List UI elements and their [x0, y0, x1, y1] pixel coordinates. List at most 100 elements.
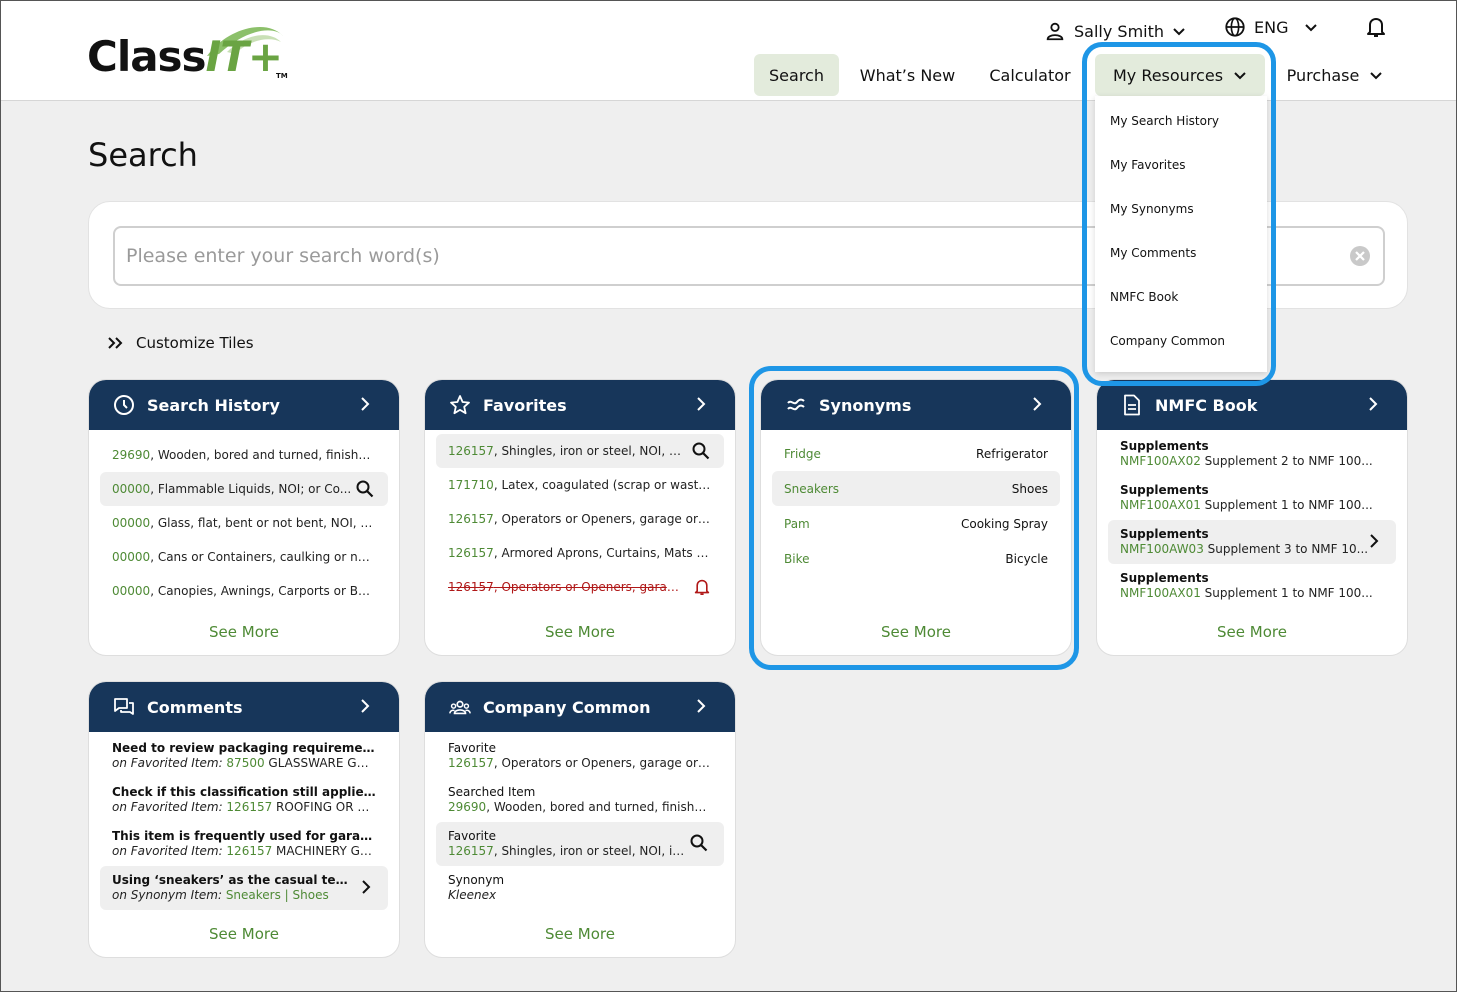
synonym-row[interactable]: Pam Cooking Spray [772, 506, 1060, 541]
clear-search-icon[interactable] [1349, 245, 1371, 267]
user-menu[interactable]: Sally Smith [1044, 20, 1186, 42]
item-code: 126157 [448, 512, 494, 526]
synonym-value: Shoes [1011, 481, 1048, 496]
list-item[interactable]: 126157, Shingles, iron or steel, NOI, in… [436, 434, 724, 468]
see-more-link[interactable]: See More [425, 623, 735, 641]
item-code: Sneakers | Shoes [225, 888, 329, 902]
nav-search[interactable]: Search [754, 54, 839, 96]
comment-item[interactable]: Need to review packaging requirements f.… [100, 734, 388, 778]
alert-bell-icon[interactable] [694, 578, 710, 596]
dropdown-item-my-favorites[interactable]: My Favorites [1095, 143, 1267, 187]
comments-icon [114, 698, 134, 715]
item-label: Supplements [1120, 527, 1209, 541]
see-more-link[interactable]: See More [425, 925, 735, 943]
user-name: Sally Smith [1074, 21, 1165, 41]
nmfc-item[interactable]: Supplements NMF100AX01 Supplement 1 to NM… [1108, 476, 1396, 520]
item-desc: Kleenex [448, 888, 497, 902]
company-common-item[interactable]: Favorite 126157, Shingles, iron or steel,… [436, 822, 724, 866]
synonym-value: Bicycle [1005, 551, 1048, 566]
tile-header-search-history[interactable]: Search History [89, 380, 399, 430]
chevron-right-icon [697, 397, 706, 411]
nmfc-item[interactable]: Supplements NMF100AX02 Supplement 2 to NM… [1108, 432, 1396, 476]
search-icon[interactable] [690, 834, 708, 852]
list-item[interactable]: 171710, Latex, coagulated (scrap or wast… [436, 468, 724, 502]
chevron-right-icon [1369, 397, 1378, 411]
see-more-link[interactable]: See More [1097, 623, 1407, 641]
nav-purchase-label: Purchase [1286, 65, 1360, 85]
chevron-right-icon[interactable] [1368, 532, 1380, 550]
synonym-row[interactable]: Sneakers Shoes [772, 471, 1060, 506]
logo-text: ClassIT+ [87, 36, 283, 78]
classit-logo[interactable]: ClassIT+ TM [87, 22, 297, 84]
tile-favorites: Favorites 126157, Shingles, iron or stee… [424, 379, 736, 656]
item-code: 00000 [112, 550, 151, 564]
company-common-item[interactable]: Synonym Kleenex [436, 866, 724, 910]
search-icon[interactable] [356, 480, 374, 498]
synonym-term: Sneakers [784, 481, 840, 496]
tile-title: Favorites [483, 395, 567, 415]
dropdown-item-company-common[interactable]: Company Common [1095, 319, 1267, 363]
synonym-row[interactable]: Bike Bicycle [772, 541, 1060, 576]
item-code: 00000 [112, 482, 151, 496]
nav-calculator-label: Calculator [989, 65, 1071, 85]
logo-main-text: Class [87, 32, 207, 81]
item-desc: , Flammable Liquids, NOI; or Co... [150, 482, 352, 496]
list-item[interactable]: 00000, Glass, flat, bent or not bent, NO… [100, 506, 388, 540]
item-code: NMF100AX01 [1120, 586, 1201, 600]
see-more-link[interactable]: See More [89, 925, 399, 943]
see-more-link[interactable]: See More [89, 623, 399, 641]
item-code: 126157 [448, 756, 494, 770]
comment-item[interactable]: Check if this classification still appli… [100, 778, 388, 822]
customize-tiles-label: Customize Tiles [136, 334, 254, 352]
list-item[interactable]: 00000, Flammable Liquids, NOI; or Co... [100, 472, 388, 506]
nav-whats-new[interactable]: What’s New [850, 54, 965, 96]
dropdown-item-my-comments[interactable]: My Comments [1095, 231, 1267, 275]
see-more-link[interactable]: See More [761, 623, 1071, 641]
dropdown-item-nmfc-book[interactable]: NMFC Book [1095, 275, 1267, 319]
tile-header-favorites[interactable]: Favorites [425, 380, 735, 430]
list-item[interactable]: 126157, Operators or Openers, garage or … [436, 502, 724, 536]
synonym-row[interactable]: Fridge Refrigerator [772, 436, 1060, 471]
nmfc-item[interactable]: Supplements NMF100AW03 Supplement 3 to NM… [1108, 520, 1396, 564]
synonym-term: Pam [784, 516, 810, 531]
nav-purchase[interactable]: Purchase [1280, 54, 1390, 96]
item-desc: , Latex, coagulated (scrap or waste lat.… [493, 478, 712, 492]
double-chevron-right-icon [108, 337, 123, 349]
tile-search-history: Search History 29690, Wooden, bored and … [88, 379, 400, 656]
globe-icon [1225, 17, 1245, 37]
item-code: 126157 [448, 844, 494, 858]
comment-item[interactable]: Using ‘sneakers’ as the casual term fo..… [100, 866, 388, 910]
item-code: NMF100AX01 [1120, 498, 1201, 512]
item-desc: , Cans or Containers, caulking or not... [150, 550, 376, 564]
language-selector[interactable]: ENG [1224, 16, 1318, 38]
item-desc: Supplement 2 to NMF 100... [1200, 454, 1373, 468]
list-item[interactable]: 29690, Wooden, bored and turned, finishe… [100, 438, 388, 472]
list-item[interactable]: 00000, Canopies, Awnings, Carports or Bo… [100, 574, 388, 608]
item-code: 126157 [448, 580, 494, 594]
notifications-button[interactable] [1366, 16, 1386, 38]
tile-header-comments[interactable]: Comments [89, 682, 399, 732]
tile-header-nmfc-book[interactable]: NMFC Book [1097, 380, 1407, 430]
comment-item[interactable]: This item is frequently used for garage … [100, 822, 388, 866]
list-item[interactable]: 126157, Armored Aprons, Curtains, Mats o… [436, 536, 724, 570]
nav-my-resources-label: My Resources [1112, 65, 1224, 85]
list-item[interactable]: 00000, Cans or Containers, caulking or n… [100, 540, 388, 574]
list-item[interactable]: 126157, Operators or Openers, garage or.… [436, 570, 724, 604]
tile-header-synonyms[interactable]: Synonyms [761, 380, 1071, 430]
tile-title: NMFC Book [1155, 395, 1258, 415]
chevron-right-icon[interactable] [360, 878, 372, 896]
company-common-item[interactable]: Favorite 126157, Operators or Openers, ga… [436, 734, 724, 778]
tile-header-company-common[interactable]: Company Common [425, 682, 735, 732]
dropdown-item-my-synonyms[interactable]: My Synonyms [1095, 187, 1267, 231]
dropdown-item-my-search-history[interactable]: My Search History [1095, 99, 1267, 143]
user-icon [1046, 22, 1064, 41]
star-icon [450, 395, 470, 415]
company-common-item[interactable]: Searched Item 29690, Wooden, bored and tu… [436, 778, 724, 822]
nav-my-resources[interactable]: My Resources [1095, 54, 1265, 96]
nav-calculator[interactable]: Calculator [975, 54, 1085, 96]
search-icon[interactable] [692, 442, 710, 460]
nmfc-item[interactable]: Supplements NMF100AX01 Supplement 1 to NM… [1108, 564, 1396, 608]
customize-tiles-button[interactable]: Customize Tiles [106, 334, 254, 352]
comment-context: on Favorited Item: [112, 756, 227, 770]
page-title: Search [88, 136, 198, 174]
